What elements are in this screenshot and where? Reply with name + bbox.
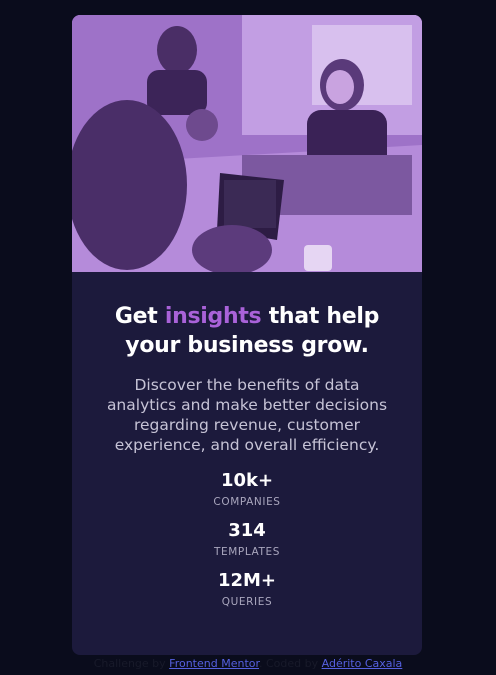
attribution-prefix: Challenge by	[93, 657, 170, 670]
stat-companies: 10k+ COMPANIES	[72, 469, 422, 509]
stat-queries: 12M+ QUERIES	[72, 569, 422, 609]
stat-label: TEMPLATES	[213, 546, 280, 558]
stats-preview-card: Get insights that help your business gro…	[72, 15, 422, 655]
card-content: Get insights that help your business gro…	[72, 272, 422, 619]
author-link[interactable]: Adérito Caxala	[322, 657, 403, 670]
hero-image	[72, 15, 422, 272]
stat-value: 314	[228, 520, 266, 541]
stat-label: COMPANIES	[213, 496, 281, 508]
office-photo-illustration	[72, 15, 422, 272]
headline: Get insights that help your business gro…	[84, 302, 410, 360]
attribution-middle: . Coded by	[259, 657, 322, 670]
description: Discover the benefits of data analytics …	[106, 376, 388, 454]
frontend-mentor-link[interactable]: Frontend Mentor	[169, 657, 259, 670]
stat-label: QUERIES	[221, 596, 273, 608]
headline-accent: insights	[164, 304, 262, 329]
stat-value: 10k+	[220, 470, 274, 491]
stat-templates: 314 TEMPLATES	[72, 519, 422, 559]
stat-value: 12M+	[217, 570, 277, 591]
stats-list: 10k+ COMPANIES 314 TEMPLATES 12M+ QUERIE…	[72, 469, 422, 609]
attribution: Challenge by Frontend Mentor. Coded by A…	[0, 657, 496, 671]
headline-start: Get	[114, 304, 165, 329]
